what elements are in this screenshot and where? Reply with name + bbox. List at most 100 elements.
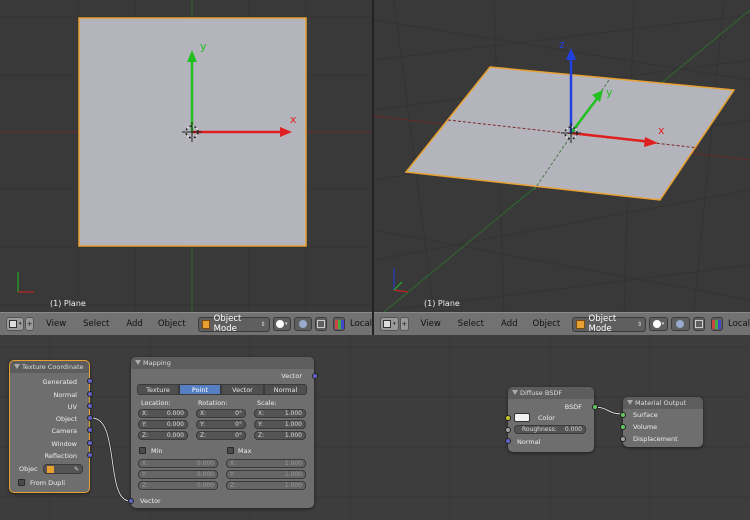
max-z-field[interactable]: Z: 1.000 bbox=[226, 481, 306, 490]
field-value: 1.000 bbox=[284, 460, 302, 467]
socket-generated[interactable] bbox=[87, 378, 93, 384]
min-checkbox[interactable] bbox=[139, 447, 146, 454]
node-diffuse-bsdf[interactable]: Diffuse BSDF BSDF Color Roughness: 0.000 … bbox=[505, 387, 598, 452]
menu-view[interactable]: View bbox=[421, 319, 441, 329]
field-key: X: bbox=[200, 410, 207, 417]
socket-normal[interactable] bbox=[87, 391, 93, 397]
socket-input-normal[interactable] bbox=[505, 438, 511, 444]
socket-uv[interactable] bbox=[87, 403, 93, 409]
link-object-to-vector bbox=[91, 417, 131, 502]
menu-add[interactable]: Add bbox=[501, 319, 517, 329]
socket-input-displacement[interactable] bbox=[620, 436, 626, 442]
tab-normal[interactable]: Normal bbox=[264, 384, 307, 395]
field-value: 0.000 bbox=[196, 471, 214, 478]
tab-vector[interactable]: Vector bbox=[221, 384, 264, 395]
max-checkbox[interactable] bbox=[227, 447, 234, 454]
socket-input-surface[interactable] bbox=[620, 412, 626, 418]
max-x-field[interactable]: X: 1.000 bbox=[226, 459, 306, 468]
viewport-perspective-right[interactable]: x y z (1) Plane bbox=[374, 0, 750, 312]
scale-z-field[interactable]: Z: 1.000 bbox=[254, 431, 306, 440]
node-title: Texture Coordinate bbox=[10, 361, 89, 373]
color-swatch[interactable] bbox=[514, 413, 530, 422]
node-title: Mapping bbox=[131, 357, 314, 369]
object-field[interactable]: ✎ bbox=[43, 464, 83, 474]
menu-select[interactable]: Select bbox=[458, 319, 484, 329]
layers-button[interactable] bbox=[710, 317, 723, 331]
socket-input-vector[interactable] bbox=[128, 498, 134, 504]
manipulator-button[interactable] bbox=[692, 317, 705, 331]
axis-label-x: x bbox=[290, 113, 297, 126]
mode-select[interactable]: Object Mode ⇕ bbox=[197, 314, 270, 334]
collapse-menu-button[interactable]: + bbox=[399, 317, 409, 331]
socket-window[interactable] bbox=[87, 440, 93, 446]
location-z-field[interactable]: Z: 0.000 bbox=[138, 431, 188, 440]
eyedropper-icon: ✎ bbox=[73, 465, 79, 473]
socket-input-color[interactable] bbox=[505, 415, 511, 421]
mode-label: Object Mode bbox=[588, 314, 617, 334]
socket-input-roughness[interactable] bbox=[505, 427, 511, 433]
rotation-y-field[interactable]: Y: 0° bbox=[196, 420, 246, 429]
tab-point[interactable]: Point bbox=[179, 384, 221, 395]
location-label: Location: bbox=[141, 399, 171, 407]
menu-view[interactable]: View bbox=[46, 319, 66, 329]
rotation-z-field[interactable]: Z: 0° bbox=[196, 431, 246, 440]
socket-camera[interactable] bbox=[87, 427, 93, 433]
min-x-field[interactable]: X: 0.000 bbox=[138, 459, 218, 468]
location-y-field[interactable]: Y: 0.000 bbox=[138, 420, 188, 429]
mode-select[interactable]: Object Mode ⇕ bbox=[572, 314, 646, 334]
scale-x-field[interactable]: X: 1.000 bbox=[254, 409, 306, 418]
scale-y-field[interactable]: Y: 1.000 bbox=[254, 420, 306, 429]
cube-icon bbox=[383, 320, 392, 328]
from-dupli-checkbox[interactable] bbox=[18, 479, 25, 486]
min-y-field[interactable]: Y: 0.000 bbox=[138, 470, 218, 479]
viewport-shading-button[interactable]: ▾ bbox=[648, 317, 668, 331]
field-value: 0.000 bbox=[564, 426, 582, 433]
normal-label: Normal bbox=[517, 438, 541, 446]
node-material-output[interactable]: Material Output Surface Volume Displacem… bbox=[620, 397, 703, 447]
socket-object[interactable] bbox=[87, 415, 93, 421]
menu-object[interactable]: Object bbox=[533, 319, 561, 329]
transform-orientation-select[interactable]: Local bbox=[728, 319, 750, 329]
location-x-field[interactable]: X: 0.000 bbox=[138, 409, 188, 418]
volume-label: Volume bbox=[633, 423, 658, 431]
pivot-point-button[interactable] bbox=[293, 317, 313, 331]
socket-input-volume[interactable] bbox=[620, 424, 626, 430]
output-window: Window bbox=[51, 440, 77, 448]
max-y-field[interactable]: Y: 1.000 bbox=[226, 470, 306, 479]
socket-output-vector[interactable] bbox=[312, 373, 318, 379]
object-label: (1) Plane bbox=[424, 299, 460, 308]
menu-object[interactable]: Object bbox=[158, 319, 186, 329]
pivot-icon bbox=[676, 320, 685, 328]
node-editor[interactable]: Texture Coordinate Generated Normal UV O… bbox=[0, 335, 750, 520]
pivot-point-button[interactable] bbox=[670, 317, 690, 331]
axis-label-x: x bbox=[658, 124, 665, 137]
field-value: 1.000 bbox=[284, 410, 302, 417]
chevron-down-icon: ▾ bbox=[18, 321, 22, 327]
viewport-shading-button[interactable]: ▾ bbox=[272, 317, 291, 331]
viewport-top-left[interactable]: x y (1) Plane bbox=[0, 0, 372, 312]
rotation-x-field[interactable]: X: 0° bbox=[196, 409, 246, 418]
field-value: 0.000 bbox=[166, 421, 184, 428]
field-key: Z: bbox=[230, 482, 237, 489]
transform-orientation-select[interactable]: Local bbox=[350, 319, 372, 329]
min-z-field[interactable]: Z: 0.000 bbox=[138, 481, 218, 490]
manipulator-button[interactable] bbox=[315, 317, 328, 331]
layers-button[interactable] bbox=[333, 317, 345, 331]
collapse-menu-button[interactable]: + bbox=[25, 317, 34, 331]
from-dupli-label: From Dupli bbox=[30, 479, 66, 487]
field-key: Y: bbox=[142, 421, 147, 428]
menu-select[interactable]: Select bbox=[83, 319, 109, 329]
roughness-field[interactable]: Roughness: 0.000 bbox=[514, 425, 586, 434]
tab-texture[interactable]: Texture bbox=[137, 384, 179, 395]
socket-output-bsdf[interactable] bbox=[592, 404, 598, 410]
field-value: 1.000 bbox=[284, 421, 302, 428]
manipulator-icon bbox=[694, 320, 703, 328]
field-value: 0° bbox=[235, 432, 242, 439]
object-mode-icon bbox=[201, 319, 210, 329]
editor-type-button[interactable]: ▾ bbox=[380, 317, 399, 331]
menu-add[interactable]: Add bbox=[126, 319, 142, 329]
node-texture-coordinate[interactable]: Texture Coordinate Generated Normal UV O… bbox=[9, 360, 93, 493]
node-mapping[interactable]: Mapping Vector Texture Point Vector Norm… bbox=[128, 357, 318, 508]
editor-type-button[interactable]: ▾ bbox=[6, 317, 25, 331]
socket-reflection[interactable] bbox=[87, 452, 93, 458]
